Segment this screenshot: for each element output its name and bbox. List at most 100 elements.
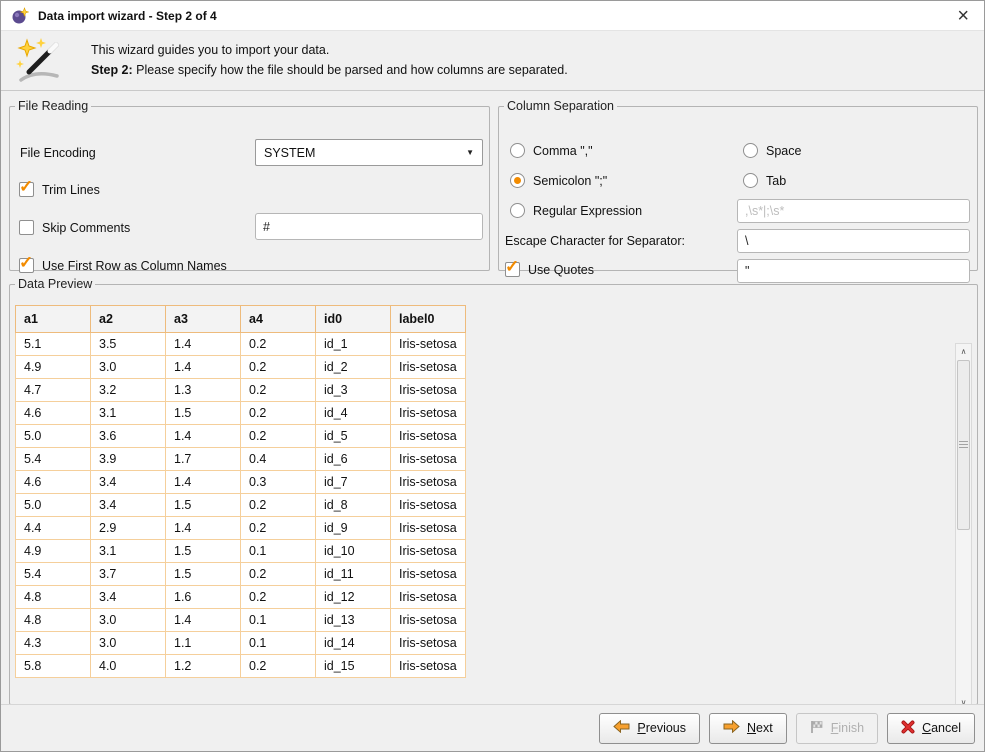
column-header: a1: [16, 306, 91, 333]
table-row: 5.13.51.40.2id_1Iris-setosa: [16, 333, 466, 356]
vertical-scrollbar[interactable]: ∧ ∨: [955, 343, 972, 711]
table-cell: Iris-setosa: [391, 586, 466, 609]
table-row: 4.73.21.30.2id_3Iris-setosa: [16, 379, 466, 402]
table-cell: 3.7: [91, 563, 166, 586]
table-cell: 3.0: [91, 356, 166, 379]
table-cell: 3.9: [91, 448, 166, 471]
table-cell: Iris-setosa: [391, 632, 466, 655]
cancel-button-label: Cancel: [922, 721, 961, 735]
table-cell: 0.2: [241, 356, 316, 379]
table-cell: id_3: [316, 379, 391, 402]
table-cell: 1.3: [166, 379, 241, 402]
table-cell: id_1: [316, 333, 391, 356]
close-icon[interactable]: ×: [952, 7, 974, 25]
separator-comma-radio[interactable]: Comma ",": [510, 143, 593, 158]
table-cell: 1.5: [166, 402, 241, 425]
column-header: a2: [91, 306, 166, 333]
skip-comments-input[interactable]: [255, 213, 483, 240]
skip-comments-checkbox[interactable]: Skip Comments: [19, 220, 130, 235]
table-cell: 3.5: [91, 333, 166, 356]
table-cell: Iris-setosa: [391, 563, 466, 586]
table-cell: 3.4: [91, 586, 166, 609]
separator-semicolon-radio[interactable]: Semicolon ";": [510, 173, 607, 188]
table-cell: 3.6: [91, 425, 166, 448]
table-cell: 1.5: [166, 540, 241, 563]
table-cell: 4.9: [16, 540, 91, 563]
radio-unselected-icon: [743, 143, 758, 158]
table-cell: 0.2: [241, 517, 316, 540]
table-row: 4.33.01.10.1id_14Iris-setosa: [16, 632, 466, 655]
step-text: Please specify how the file should be pa…: [136, 63, 568, 77]
wizard-app-icon: [11, 7, 29, 25]
table-row: 5.43.71.50.2id_11Iris-setosa: [16, 563, 466, 586]
data-import-wizard-dialog: Data import wizard - Step 2 of 4 × This …: [0, 0, 985, 752]
table-cell: 4.8: [16, 609, 91, 632]
space-label: Space: [766, 144, 801, 158]
scrollbar-thumb[interactable]: [957, 360, 970, 530]
table-cell: Iris-setosa: [391, 333, 466, 356]
radio-unselected-icon: [743, 173, 758, 188]
first-row-column-names-checkbox[interactable]: Use First Row as Column Names: [19, 258, 227, 273]
wizard-instructions: This wizard guides you to import your da…: [91, 41, 568, 80]
separator-space-radio[interactable]: Space: [743, 143, 801, 158]
table-cell: id_12: [316, 586, 391, 609]
radio-unselected-icon: [510, 203, 525, 218]
table-row: 4.63.41.40.3id_7Iris-setosa: [16, 471, 466, 494]
separator-regex-radio[interactable]: Regular Expression: [510, 203, 642, 218]
separator-tab-radio[interactable]: Tab: [743, 173, 786, 188]
table-cell: 5.4: [16, 563, 91, 586]
table-cell: 2.9: [91, 517, 166, 540]
table-cell: id_2: [316, 356, 391, 379]
table-cell: Iris-setosa: [391, 517, 466, 540]
table-cell: 4.8: [16, 586, 91, 609]
skip-comments-label: Skip Comments: [42, 221, 130, 235]
chevron-down-icon: ▼: [466, 148, 474, 157]
table-row: 4.42.91.40.2id_9Iris-setosa: [16, 517, 466, 540]
data-preview-group: Data Preview a1a2a3a4id0label0 5.13.51.4…: [9, 277, 978, 705]
table-cell: 3.0: [91, 609, 166, 632]
table-row: 4.93.01.40.2id_2Iris-setosa: [16, 356, 466, 379]
table-cell: 3.4: [91, 494, 166, 517]
table-cell: 1.6: [166, 586, 241, 609]
next-button[interactable]: Next: [709, 713, 787, 744]
table-row: 5.84.01.20.2id_15Iris-setosa: [16, 655, 466, 678]
table-cell: 1.1: [166, 632, 241, 655]
table-cell: Iris-setosa: [391, 609, 466, 632]
checkbox-checked-icon: [505, 262, 520, 277]
column-header: a3: [166, 306, 241, 333]
column-header: a4: [241, 306, 316, 333]
table-cell: 0.2: [241, 655, 316, 678]
trim-lines-checkbox[interactable]: Trim Lines: [19, 182, 100, 197]
column-separation-title: Column Separation: [504, 99, 617, 113]
table-row: 4.63.11.50.2id_4Iris-setosa: [16, 402, 466, 425]
table-cell: 1.4: [166, 333, 241, 356]
checkbox-checked-icon: [19, 182, 34, 197]
wizard-footer: Previous Next Finish: [1, 704, 984, 751]
cancel-button[interactable]: Cancel: [887, 713, 975, 744]
previous-button[interactable]: Previous: [599, 713, 700, 744]
step-label: Step 2:: [91, 63, 133, 77]
titlebar: Data import wizard - Step 2 of 4 ×: [1, 1, 984, 31]
file-encoding-select[interactable]: SYSTEM ▼: [255, 139, 483, 166]
table-cell: 4.0: [91, 655, 166, 678]
table-row: 4.93.11.50.1id_10Iris-setosa: [16, 540, 466, 563]
table-cell: id_6: [316, 448, 391, 471]
table-cell: id_4: [316, 402, 391, 425]
radio-selected-icon: [510, 173, 525, 188]
radio-unselected-icon: [510, 143, 525, 158]
file-encoding-label: File Encoding: [20, 146, 96, 160]
escape-character-input[interactable]: [737, 229, 970, 253]
table-cell: 1.4: [166, 471, 241, 494]
wizard-header: This wizard guides you to import your da…: [1, 31, 984, 91]
table-cell: 5.4: [16, 448, 91, 471]
scroll-up-icon[interactable]: ∧: [956, 344, 971, 359]
table-cell: 4.9: [16, 356, 91, 379]
use-quotes-checkbox[interactable]: Use Quotes: [505, 262, 594, 277]
table-cell: 1.4: [166, 609, 241, 632]
regex-input[interactable]: [737, 199, 970, 223]
table-cell: id_5: [316, 425, 391, 448]
file-encoding-value: SYSTEM: [264, 146, 315, 160]
table-cell: 1.5: [166, 563, 241, 586]
table-cell: 3.4: [91, 471, 166, 494]
table-cell: 0.1: [241, 609, 316, 632]
